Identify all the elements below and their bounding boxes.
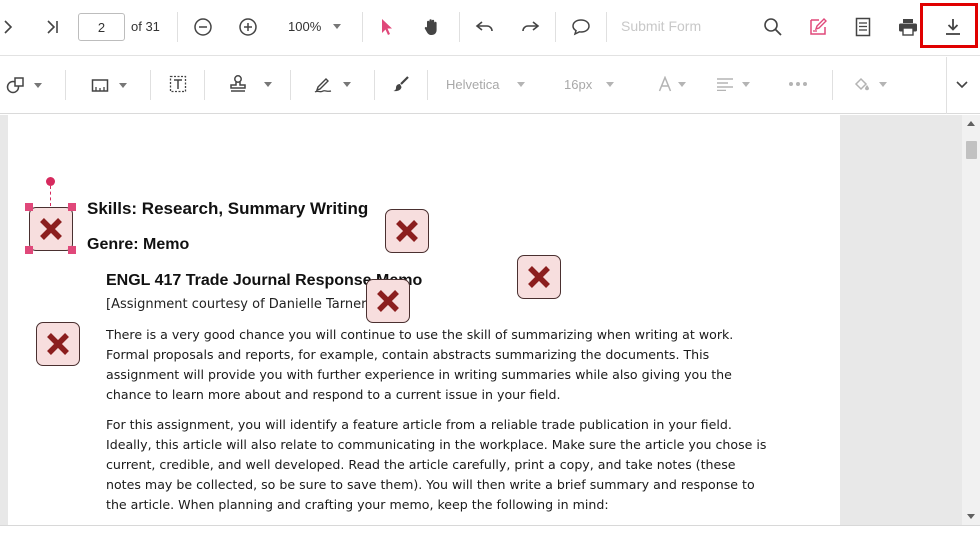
bottom-edge — [0, 525, 980, 536]
chevron-down-icon — [879, 81, 887, 87]
scroll-up-icon[interactable] — [967, 121, 975, 126]
font-size-dropdown[interactable]: 16px — [564, 77, 615, 92]
resize-handle[interactable] — [68, 203, 76, 211]
rotate-handle-line — [50, 186, 51, 206]
close-icon — [47, 333, 69, 355]
calibrate-tool-icon[interactable] — [91, 74, 129, 96]
chevron-down-icon — [517, 82, 526, 87]
ink-brush-icon[interactable] — [390, 73, 412, 95]
courtesy-line: [Assignment courtesy of Danielle Tarner] — [106, 297, 372, 312]
free-text-icon[interactable] — [167, 73, 189, 95]
chevron-down-icon — [119, 82, 127, 88]
vertical-scrollbar[interactable] — [962, 115, 980, 525]
select-pointer-icon[interactable] — [377, 16, 397, 38]
rejected-stamp-annotation[interactable] — [366, 279, 410, 323]
scrollbar-thumb[interactable] — [966, 141, 977, 159]
chevron-down-icon — [678, 81, 686, 87]
chevron-down-icon — [606, 82, 615, 87]
resize-handle[interactable] — [25, 203, 33, 211]
rotate-handle[interactable] — [46, 177, 55, 186]
scroll-down-icon[interactable] — [967, 514, 975, 519]
zoom-dropdown[interactable]: 100% — [288, 19, 342, 34]
annotation-toolbar: Helvetica 16px — [0, 57, 980, 114]
more-options-icon[interactable] — [786, 73, 810, 95]
submit-form-button[interactable]: Submit Form — [621, 18, 701, 34]
paragraph-line: assignment will provide you with further… — [106, 367, 732, 382]
text-align-icon[interactable] — [716, 73, 756, 95]
rejected-stamp-annotation[interactable] — [36, 322, 80, 366]
edit-annotation-icon[interactable] — [807, 15, 829, 39]
print-icon[interactable] — [897, 15, 919, 39]
chevron-down-icon — [264, 81, 272, 87]
fill-color-icon[interactable] — [853, 73, 887, 95]
font-size-value: 16px — [564, 77, 593, 92]
paragraph-line: Ideally, this article will also relate t… — [106, 437, 767, 452]
paragraph-line: chance to learn more about and respond t… — [106, 387, 561, 402]
signature-tool-icon[interactable] — [313, 73, 353, 95]
rejected-stamp-annotation[interactable] — [385, 209, 429, 253]
search-icon[interactable] — [762, 16, 784, 38]
document-viewer[interactable]: Skills: Research, Summary Writing Genre:… — [0, 115, 980, 525]
chevron-down-icon — [34, 82, 42, 88]
stamp-tool-icon[interactable] — [228, 73, 276, 95]
chevron-down-icon — [742, 81, 750, 87]
close-icon — [396, 220, 418, 242]
zoom-level: 100% — [288, 19, 322, 34]
redo-icon[interactable] — [519, 16, 541, 38]
page-count-label: of 31 — [131, 19, 160, 34]
rejected-stamp-annotation[interactable] — [29, 207, 73, 251]
close-icon — [377, 290, 399, 312]
close-icon — [528, 266, 550, 288]
chevron-down-icon — [343, 81, 351, 87]
page-number-input[interactable]: 2 — [78, 13, 125, 41]
shape-tool-icon[interactable] — [6, 74, 44, 96]
resize-handle[interactable] — [68, 246, 76, 254]
paragraph-line: For this assignment, you will identify a… — [106, 417, 732, 432]
main-toolbar: 2 of 31 100% Submit Form — [0, 0, 980, 56]
paragraph-1: There is a very good chance you will con… — [106, 325, 766, 405]
paragraph-line: notes may be collected, so be sure to sa… — [106, 477, 755, 492]
resize-handle[interactable] — [25, 246, 33, 254]
download-icon[interactable] — [942, 15, 964, 39]
comment-icon[interactable] — [570, 16, 592, 38]
next-page-icon[interactable] — [0, 16, 16, 38]
paragraph-line: the article. When planning and crafting … — [106, 497, 609, 512]
close-icon — [40, 218, 62, 240]
paragraph-2: For this assignment, you will identify a… — [106, 415, 786, 515]
chevron-down-icon — [333, 24, 342, 29]
collapse-toolbar-icon[interactable] — [950, 74, 974, 96]
pdf-viewer: 2 of 31 100% Submit Form Helvetica 16px … — [0, 0, 980, 536]
paragraph-line: There is a very good chance you will con… — [106, 327, 734, 342]
font-family-dropdown[interactable]: Helvetica — [446, 77, 526, 92]
rejected-stamp-annotation[interactable] — [517, 255, 561, 299]
undo-icon[interactable] — [474, 16, 496, 38]
document-properties-icon[interactable] — [852, 15, 874, 39]
paragraph-line: Formal proposals and reports, for exampl… — [106, 347, 710, 362]
zoom-out-icon[interactable] — [192, 16, 214, 38]
font-family-value: Helvetica — [446, 77, 500, 92]
paragraph-line: current, credible, and well developed. R… — [106, 457, 736, 472]
pan-hand-icon[interactable] — [421, 15, 443, 39]
zoom-in-icon[interactable] — [237, 16, 259, 38]
font-color-icon[interactable] — [658, 73, 690, 95]
pdf-page[interactable]: Skills: Research, Summary Writing Genre:… — [8, 115, 840, 525]
heading-skills: Skills: Research, Summary Writing — [87, 199, 369, 218]
heading-genre: Genre: Memo — [87, 236, 190, 253]
last-page-icon[interactable] — [42, 16, 62, 38]
